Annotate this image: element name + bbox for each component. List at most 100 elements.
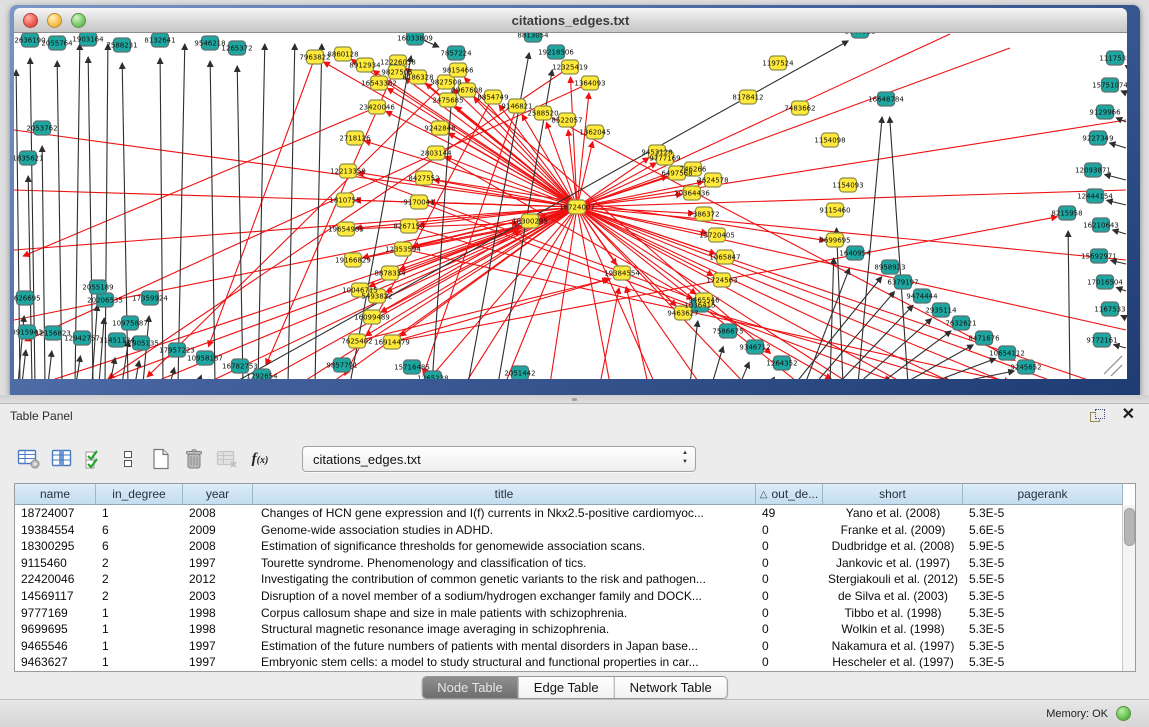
svg-text:8522057: 8522057 bbox=[551, 117, 582, 125]
table-row[interactable]: 946362711997Embryonic stem cells: a mode… bbox=[15, 654, 1135, 671]
tab-edge-table[interactable]: Edge Table bbox=[518, 677, 614, 698]
svg-text:8267150: 8267150 bbox=[393, 223, 424, 231]
vertical-scrollbar[interactable] bbox=[1122, 505, 1135, 671]
table-columns-icon[interactable] bbox=[49, 446, 75, 472]
svg-text:12325419: 12325419 bbox=[552, 64, 588, 72]
svg-text:8878334: 8878334 bbox=[374, 270, 406, 278]
table-row[interactable]: 1872400712008Changes of HCN gene express… bbox=[15, 505, 1135, 522]
scrollbar-thumb[interactable] bbox=[1124, 508, 1135, 546]
svg-text:5493822: 5493822 bbox=[361, 293, 392, 301]
column-header-title[interactable]: title bbox=[253, 484, 756, 505]
cell-title: Structural magnetic resonance image aver… bbox=[253, 621, 756, 638]
cell-pagerank: 5.3E-5 bbox=[963, 654, 1123, 671]
table-row[interactable]: 977716911998Corpus callosum shape and si… bbox=[15, 605, 1135, 622]
svg-text:19218506: 19218506 bbox=[538, 49, 574, 57]
cell-pagerank: 5.3E-5 bbox=[963, 621, 1123, 638]
svg-text:1724563: 1724563 bbox=[706, 277, 737, 285]
function-builder-icon[interactable]: f(x) bbox=[247, 446, 273, 472]
svg-text:8178412: 8178412 bbox=[732, 94, 763, 102]
table-row[interactable]: 1938455462009Genome-wide association stu… bbox=[15, 522, 1135, 539]
cell-short: Tibbo et al. (1998) bbox=[823, 605, 963, 622]
svg-text:9245652: 9245652 bbox=[1010, 364, 1041, 372]
svg-text:8912934: 8912934 bbox=[349, 62, 381, 70]
table-settings-icon[interactable] bbox=[16, 446, 42, 472]
new-table-icon[interactable] bbox=[148, 446, 174, 472]
import-table-icon[interactable] bbox=[214, 446, 240, 472]
cell-out_de: 0 bbox=[756, 522, 823, 539]
svg-text:12226058: 12226058 bbox=[380, 59, 416, 67]
cell-name: 22420046 bbox=[15, 571, 96, 588]
column-header-out_de[interactable]: △out_de... bbox=[756, 484, 823, 505]
column-header-pagerank[interactable]: pagerank bbox=[963, 484, 1123, 505]
network-canvas[interactable]: 2636190205576419031647588231813264195462… bbox=[14, 33, 1127, 379]
cell-in_degree: 1 bbox=[96, 605, 183, 622]
svg-text:9170041: 9170041 bbox=[403, 199, 434, 207]
svg-text:7632621: 7632621 bbox=[945, 320, 976, 328]
svg-text:9815466: 9815466 bbox=[442, 67, 474, 75]
cell-name: 9115460 bbox=[15, 555, 96, 572]
svg-text:16782753: 16782753 bbox=[222, 363, 258, 371]
svg-text:2626695: 2626695 bbox=[14, 295, 41, 303]
svg-text:746266: 746266 bbox=[680, 166, 707, 174]
minimize-window-button[interactable] bbox=[47, 13, 62, 28]
cell-name: 9777169 bbox=[15, 605, 96, 622]
column-header-name[interactable]: name bbox=[15, 484, 96, 505]
svg-text:8471676: 8471676 bbox=[968, 335, 1000, 343]
svg-text:1640954: 1640954 bbox=[839, 250, 871, 258]
table-row[interactable]: 969969511998Structural magnetic resonanc… bbox=[15, 621, 1135, 638]
status-bar: Memory: OK bbox=[0, 699, 1149, 727]
svg-text:16210643: 16210643 bbox=[1083, 222, 1119, 230]
cell-out_de: 0 bbox=[756, 588, 823, 605]
cell-name: 9699695 bbox=[15, 621, 96, 638]
zoom-window-button[interactable] bbox=[71, 13, 86, 28]
cell-name: 18724007 bbox=[15, 505, 96, 522]
float-panel-icon[interactable] bbox=[1090, 409, 1105, 423]
cell-pagerank: 5.5E-5 bbox=[963, 571, 1123, 588]
svg-text:1265372: 1265372 bbox=[221, 45, 252, 53]
table-row[interactable]: 911546021997Tourette syndrome. Phenomeno… bbox=[15, 555, 1135, 572]
cell-short: Hescheler et al. (1997) bbox=[823, 654, 963, 671]
table-row[interactable]: 2242004622012Investigating the contribut… bbox=[15, 571, 1135, 588]
svg-text:9463627: 9463627 bbox=[667, 310, 698, 318]
close-window-button[interactable] bbox=[23, 13, 38, 28]
cell-year: 2008 bbox=[183, 538, 253, 555]
merge-rows-icon[interactable] bbox=[115, 446, 141, 472]
table-select-dropdown[interactable]: citations_edges.txt ▲▼ bbox=[302, 446, 696, 472]
cell-out_de: 49 bbox=[756, 505, 823, 522]
svg-text:2935114: 2935114 bbox=[925, 307, 957, 315]
panel-splitter[interactable] bbox=[0, 395, 1149, 403]
svg-text:1167533: 1167533 bbox=[1094, 306, 1125, 314]
svg-text:8215958: 8215958 bbox=[1051, 210, 1082, 218]
svg-text:9699695: 9699695 bbox=[819, 237, 850, 245]
svg-text:9242848: 9242848 bbox=[424, 125, 455, 133]
cell-in_degree: 2 bbox=[96, 571, 183, 588]
svg-text:3624578: 3624578 bbox=[697, 177, 728, 185]
table-row[interactable]: 1830029562008Estimation of significance … bbox=[15, 538, 1135, 555]
cell-name: 9465546 bbox=[15, 638, 96, 655]
window-titlebar[interactable]: citations_edges.txt bbox=[14, 8, 1127, 33]
column-header-short[interactable]: short bbox=[823, 484, 963, 505]
close-panel-icon[interactable]: ✕ bbox=[1122, 406, 1135, 424]
svg-text:2051442: 2051442 bbox=[504, 370, 535, 378]
column-header-year[interactable]: year bbox=[183, 484, 253, 505]
cell-pagerank: 5.3E-5 bbox=[963, 588, 1123, 605]
table-row[interactable]: 946554611997Estimation of the future num… bbox=[15, 638, 1135, 655]
tab-network-table[interactable]: Network Table bbox=[614, 677, 727, 698]
cell-in_degree: 2 bbox=[96, 588, 183, 605]
table-row[interactable]: 1456911722003Disruption of a novel membe… bbox=[15, 588, 1135, 605]
column-header-in_degree[interactable]: in_degree bbox=[96, 484, 183, 505]
delete-table-icon[interactable] bbox=[181, 446, 207, 472]
svg-text:18724007: 18724007 bbox=[559, 204, 595, 212]
svg-text:8860128: 8860128 bbox=[327, 51, 358, 59]
select-rows-icon[interactable] bbox=[82, 446, 108, 472]
cell-pagerank: 5.3E-5 bbox=[963, 605, 1123, 622]
tab-node-table[interactable]: Node Table bbox=[422, 677, 518, 698]
float-icon-front-square bbox=[1095, 409, 1105, 419]
cell-in_degree: 6 bbox=[96, 522, 183, 539]
cell-title: Corpus callosum shape and size in male p… bbox=[253, 605, 756, 622]
svg-text:7857224: 7857224 bbox=[440, 50, 472, 58]
svg-text:19384554: 19384554 bbox=[604, 270, 640, 278]
cell-short: Nakamura et al. (1997) bbox=[823, 638, 963, 655]
svg-text:7588231: 7588231 bbox=[106, 42, 137, 50]
svg-text:1362045: 1362045 bbox=[579, 129, 610, 137]
